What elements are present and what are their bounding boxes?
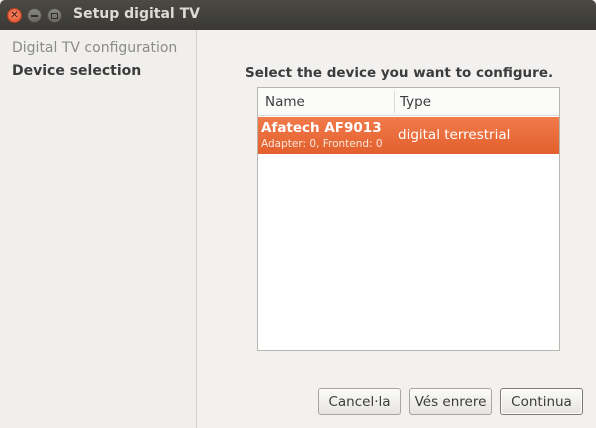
sidebar-step-device-selection: Device selection	[12, 63, 142, 79]
cancel-button[interactable]: Cancel·la	[318, 388, 401, 415]
column-header-name[interactable]: Name	[265, 94, 305, 110]
title-bar: ✕ Setup digital TV	[0, 0, 596, 30]
column-header-type[interactable]: Type	[400, 94, 431, 110]
sidebar-step-configuration: Digital TV configuration	[12, 40, 178, 56]
back-button[interactable]: Vés enrere	[409, 388, 492, 415]
continue-button[interactable]: Continua	[500, 388, 583, 415]
page-prompt: Select the device you want to configure.	[245, 65, 554, 81]
window-title: Setup digital TV	[73, 6, 200, 22]
close-icon[interactable]: ✕	[7, 8, 22, 23]
column-divider	[394, 91, 395, 113]
list-header: Name Type	[258, 88, 559, 116]
maximize-icon[interactable]	[47, 8, 62, 23]
device-name: Afatech AF9013	[261, 120, 382, 136]
device-type: digital terrestrial	[398, 127, 511, 143]
assistant-sidebar: Digital TV configuration Device selectio…	[0, 30, 197, 428]
minimize-icon[interactable]	[27, 8, 42, 23]
device-row[interactable]: Afatech AF9013 Adapter: 0, Frontend: 0 d…	[258, 117, 559, 154]
device-details: Adapter: 0, Frontend: 0	[261, 138, 383, 150]
device-list[interactable]: Name Type Afatech AF9013 Adapter: 0, Fro…	[257, 87, 560, 351]
